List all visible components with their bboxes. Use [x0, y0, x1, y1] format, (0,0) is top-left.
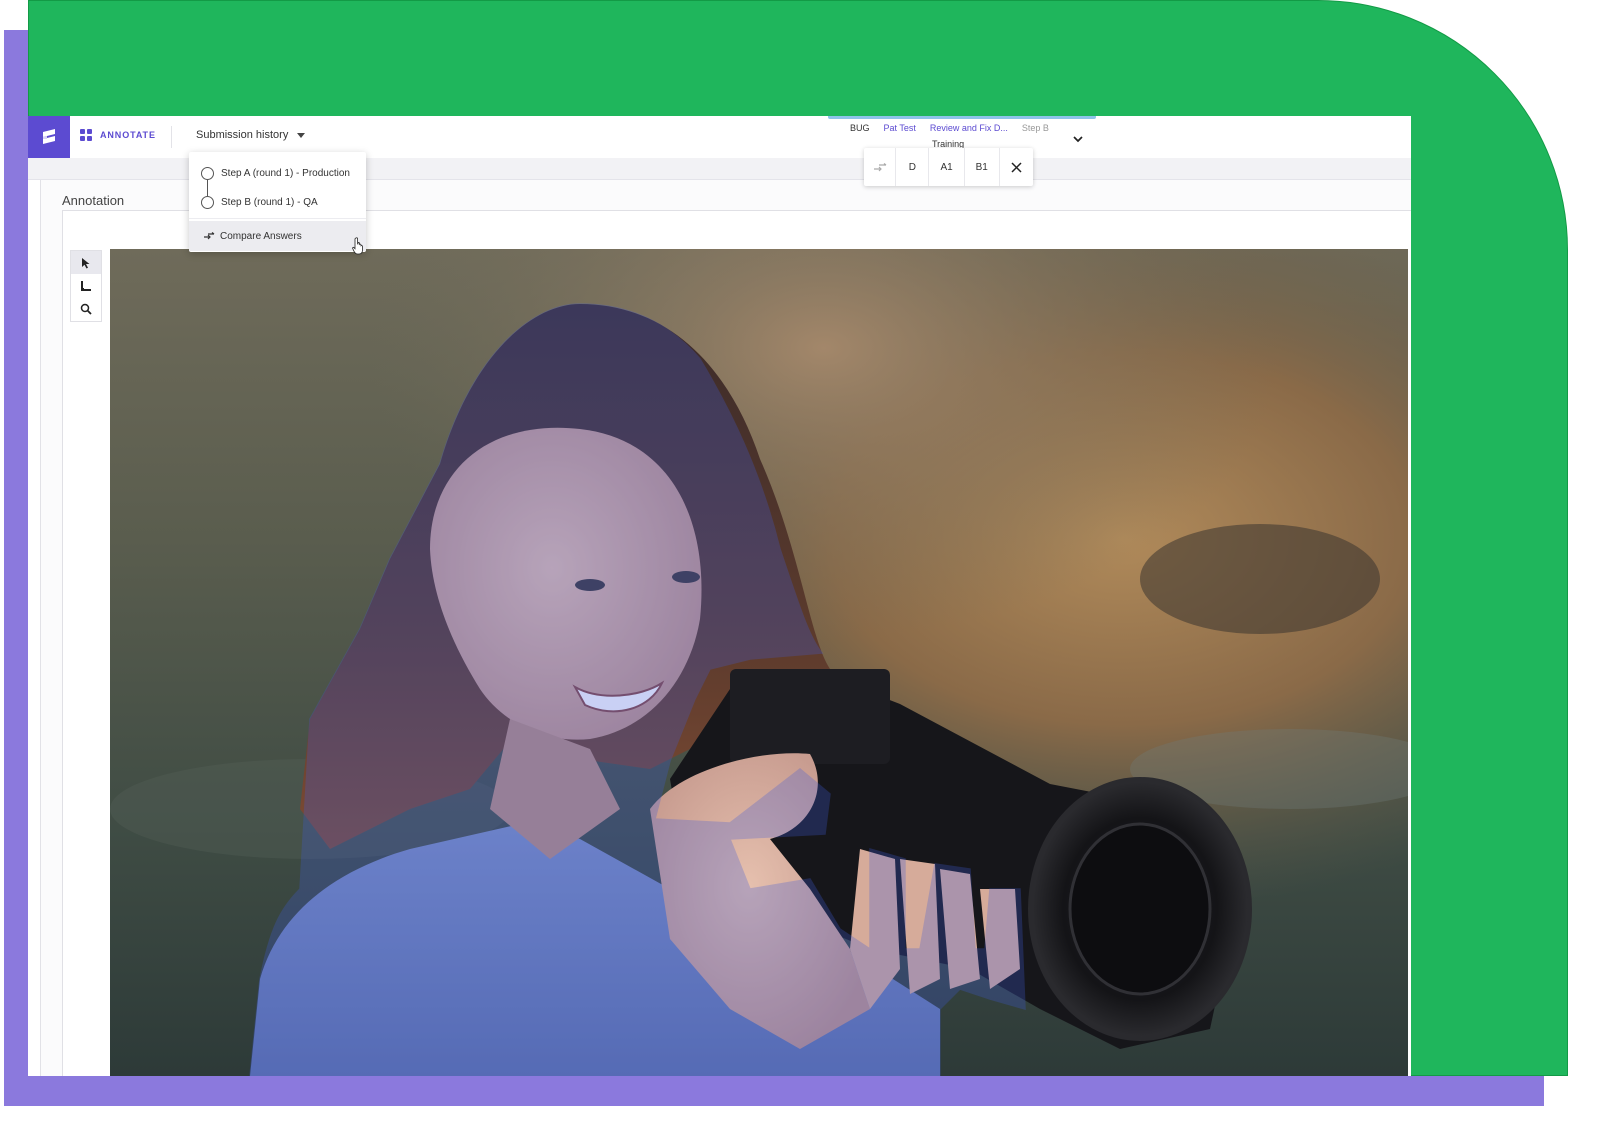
grid-icon: [80, 129, 92, 141]
compare-answers-label: Compare Answers: [220, 230, 302, 242]
breadcrumb-project[interactable]: BUG: [850, 123, 870, 133]
radio-icon: [201, 166, 214, 180]
compare-bar: D A1 B1: [864, 148, 1033, 186]
breadcrumb-step[interactable]: Step B: [1022, 123, 1049, 133]
bounding-box-tool-button[interactable]: [71, 274, 101, 297]
dropdown-step-a-label: Step A (round 1) - Production: [221, 167, 350, 179]
chevron-down-icon[interactable]: [1072, 134, 1084, 144]
breadcrumb-task[interactable]: Review and Fix D...: [930, 123, 1008, 133]
dropdown-divider: [189, 218, 366, 219]
annotation-toolbar: [70, 250, 102, 322]
logo[interactable]: [28, 116, 70, 158]
bounding-box-icon: [81, 280, 91, 291]
breadcrumb-batch[interactable]: Pat Test: [884, 123, 916, 133]
panel-title: Annotation: [62, 193, 125, 208]
annotation-canvas[interactable]: [110, 249, 1408, 1076]
compare-arrows-icon: [204, 232, 215, 240]
dropdown-step-b[interactable]: Step B (round 1) - QA: [189, 188, 366, 216]
dropdown-step-a[interactable]: Step A (round 1) - Production: [189, 159, 366, 187]
select-tool-button[interactable]: [71, 251, 101, 274]
close-icon: [1011, 161, 1022, 173]
compare-arrows-icon: [873, 162, 886, 171]
nav-annotate[interactable]: ANNOTATE: [80, 129, 156, 141]
compare-toggle-button[interactable]: [864, 148, 897, 186]
photo-image: [110, 249, 1408, 1076]
zoom-icon: [80, 303, 92, 315]
breadcrumb: BUG Pat Test Review and Fix D... Step B: [850, 123, 1049, 133]
close-compare-button[interactable]: [1000, 148, 1033, 186]
compare-answers-button[interactable]: Compare Answers: [189, 221, 366, 251]
logo-icon: [43, 129, 55, 144]
step-progress-bar: [828, 116, 1096, 119]
header-divider: [171, 126, 172, 148]
submission-history-button[interactable]: Submission history: [196, 129, 306, 141]
radio-icon: [201, 195, 214, 209]
stage: ANNOTATE Submission history BUG Pat Test…: [0, 0, 1602, 1132]
caret-down-icon: [297, 133, 306, 138]
compare-b1-button[interactable]: B1: [965, 148, 1000, 186]
nav-annotate-label: ANNOTATE: [100, 130, 156, 140]
app-window: ANNOTATE Submission history BUG Pat Test…: [28, 116, 1411, 1076]
submission-history-dropdown: Step A (round 1) - Production Step B (ro…: [189, 152, 366, 252]
compare-d-button[interactable]: D: [896, 148, 930, 186]
compare-a1-button[interactable]: A1: [929, 148, 965, 186]
submission-history-label: Submission history: [196, 129, 289, 141]
zoom-tool-button[interactable]: [71, 297, 101, 320]
select-arrow-icon: [82, 257, 90, 268]
dropdown-step-b-label: Step B (round 1) - QA: [221, 196, 318, 208]
hand-cursor-icon: [352, 237, 363, 255]
